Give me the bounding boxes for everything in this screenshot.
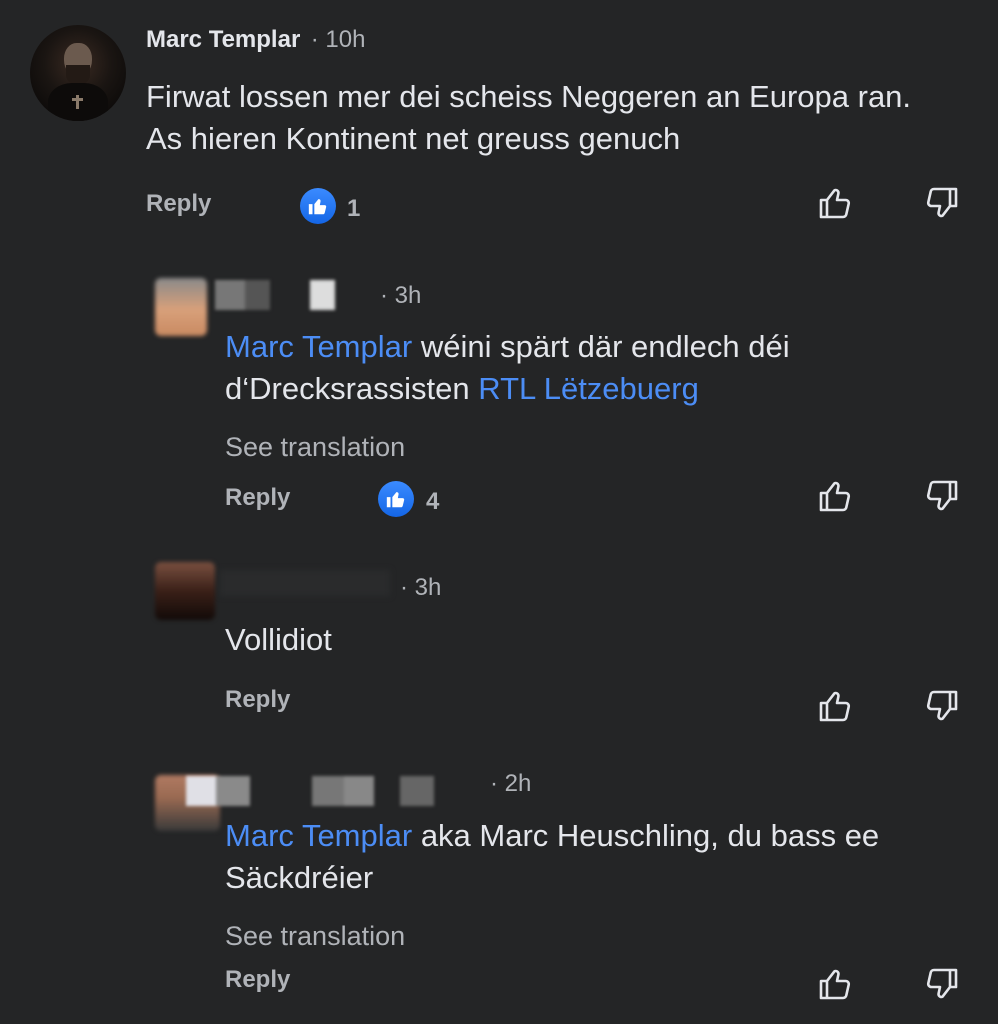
avatar[interactable]	[155, 278, 207, 336]
reply-button[interactable]: Reply	[225, 686, 290, 714]
author-avatar[interactable]	[30, 25, 126, 121]
thumbs-up-outline-icon[interactable]	[815, 964, 855, 1004]
see-translation-link[interactable]: See translation	[225, 921, 405, 952]
like-count[interactable]: 4	[426, 488, 439, 516]
thumbs-up-outline-icon[interactable]	[815, 476, 855, 516]
like-count[interactable]: 1	[347, 195, 360, 223]
reply-button[interactable]: Reply	[225, 966, 290, 994]
see-translation-link[interactable]: See translation	[225, 432, 405, 463]
author-name[interactable]	[220, 570, 390, 596]
author-name[interactable]	[186, 776, 486, 806]
mention-link[interactable]: Marc Templar	[225, 329, 412, 364]
comment-time: · 10h	[310, 26, 366, 53]
author-name[interactable]	[215, 280, 335, 310]
avatar[interactable]	[155, 562, 215, 620]
thumbs-up-outline-icon[interactable]	[815, 686, 855, 726]
thumbs-up-icon	[300, 188, 336, 224]
thumbs-down-outline-icon[interactable]	[922, 686, 962, 726]
comment-header: Marc Templar · 10h	[146, 26, 365, 54]
thumbs-down-outline-icon[interactable]	[922, 476, 962, 516]
comment-text: Marc Templar aka Marc Heuschling, du bas…	[225, 818, 880, 895]
mention-link[interactable]: Marc Templar	[225, 818, 412, 853]
comment-text: Firwat lossen mer dei scheiss Neggeren a…	[146, 79, 912, 156]
comment-time: · 2h	[490, 770, 532, 797]
reply-button[interactable]: Reply	[225, 484, 290, 512]
author-name[interactable]: Marc Templar	[146, 26, 300, 53]
comment-time: · 3h	[400, 574, 442, 601]
thumbs-up-outline-icon[interactable]	[815, 183, 855, 223]
comment-time: · 3h	[380, 282, 422, 309]
comment-text: Marc Templar wéini spärt där endlech déi…	[225, 329, 790, 406]
thumbs-down-outline-icon[interactable]	[922, 964, 962, 1004]
mention-link[interactable]: RTL Lëtzebuerg	[478, 371, 699, 406]
reply-button[interactable]: Reply	[146, 190, 211, 218]
thumbs-down-outline-icon[interactable]	[922, 183, 962, 223]
comment-text: Vollidiot	[225, 622, 332, 657]
thumbs-up-icon	[378, 481, 414, 517]
